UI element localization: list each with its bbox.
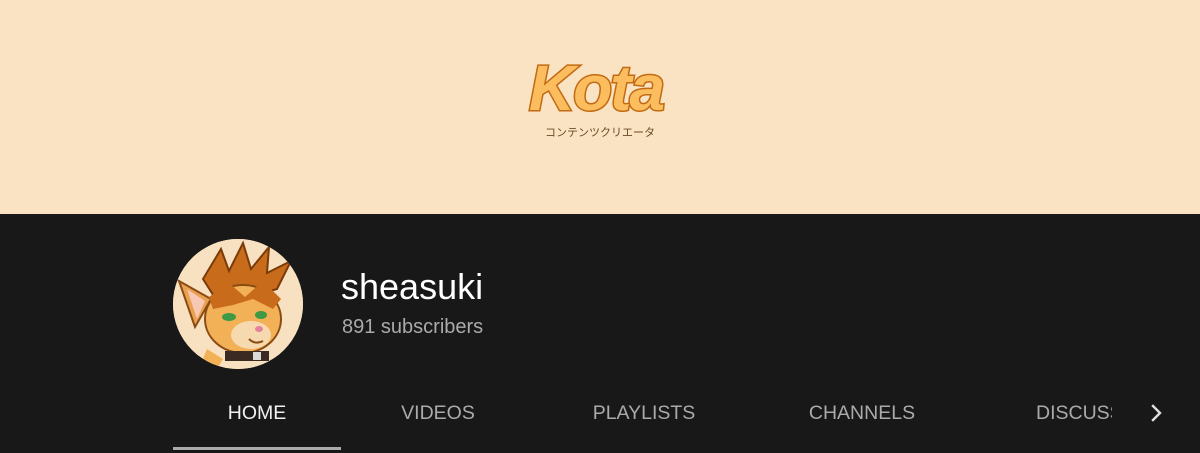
logo-text: Kota	[529, 52, 664, 124]
avatar[interactable]	[173, 239, 303, 369]
logo-subtitle: コンテンツクリエータ	[545, 126, 655, 139]
chevron-right-icon	[1151, 404, 1162, 422]
tab-channels[interactable]: CHANNELS	[792, 377, 932, 450]
tab-home[interactable]: HOME	[173, 377, 341, 450]
kota-logo: Kota コンテンツクリエータ	[527, 51, 667, 140]
subscriber-count: 891 subscribers	[342, 316, 484, 338]
tab-videos[interactable]: VIDEOS	[381, 377, 495, 450]
active-tab-indicator	[173, 447, 341, 450]
tabs-scroll-right-button[interactable]	[1139, 395, 1173, 431]
channel-name: sheasuki	[341, 266, 484, 307]
tab-discussion[interactable]: DISCUSSION	[1018, 377, 1112, 450]
channel-banner: Kota コンテンツクリエータ	[0, 0, 1200, 214]
fox-avatar-icon	[173, 239, 303, 369]
channel-tabs: HOME VIDEOS PLAYLISTS CHANNELS DISCUSSIO…	[173, 377, 1173, 453]
tab-playlists[interactable]: PLAYLISTS	[566, 377, 722, 450]
